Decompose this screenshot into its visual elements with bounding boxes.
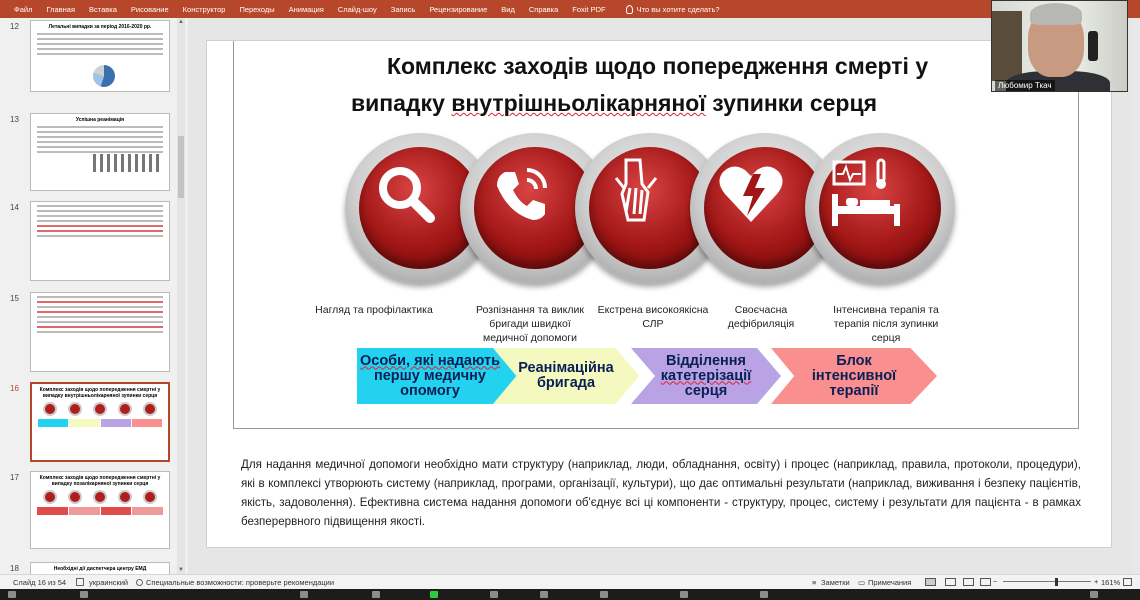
- menu-design[interactable]: Конструктор: [183, 5, 226, 14]
- thumbnail-title: Необхідні дії диспетчера центру ЕМД: [53, 566, 147, 572]
- pie-thumb-icon: [93, 65, 115, 87]
- accessibility-status[interactable]: Специальные возможности: проверьте реком…: [146, 578, 334, 587]
- zoom-in-icon[interactable]: +: [1094, 577, 1098, 586]
- thumbnail-number: 16: [10, 384, 19, 393]
- thumbnail-number: 14: [10, 203, 19, 212]
- normal-view-icon[interactable]: [925, 578, 936, 586]
- spellcheck-icon[interactable]: [76, 578, 84, 586]
- taskbar-app-icon[interactable]: [300, 591, 308, 598]
- thumbnail-number: 17: [10, 473, 19, 482]
- thumbnails-scrollbar[interactable]: ▲ ▼: [177, 18, 185, 574]
- slide-canvas[interactable]: Комплекс заходів щодо попередження смерт…: [206, 40, 1112, 548]
- menu-file[interactable]: Файл: [14, 5, 32, 14]
- zoom-slider[interactable]: [1003, 581, 1091, 582]
- thumbnail-number: 12: [10, 22, 19, 31]
- menu-view[interactable]: Вид: [501, 5, 515, 14]
- thumbnail-title: Комплекс заходів щодо попередження смерт…: [39, 475, 161, 487]
- taskbar-app-icon[interactable]: [680, 591, 688, 598]
- status-bar: Слайд 16 из 54 украинский Специальные во…: [0, 574, 1140, 589]
- menu-foxit-pdf[interactable]: Foxit PDF: [572, 5, 605, 14]
- thumbnail-number: 18: [10, 564, 19, 573]
- menu-help[interactable]: Справка: [529, 5, 558, 14]
- taskbar-app-icon[interactable]: [490, 591, 498, 598]
- menu-insert[interactable]: Вставка: [89, 5, 117, 14]
- thumbnail-title: Успішна реанімація: [75, 117, 125, 123]
- spellcheck-underlined-word: внутрішньолікарняної: [451, 90, 706, 116]
- comments-icon: ▭: [858, 577, 866, 587]
- zoom-slider-thumb[interactable]: [1055, 578, 1058, 586]
- ribbon-menu: Файл Главная Вставка Рисование Конструкт…: [0, 0, 1140, 18]
- thumbnail-title: Комплекс заходів щодо попередження смерт…: [39, 387, 161, 399]
- tell-me-text: Что вы хотите сделать?: [636, 4, 720, 14]
- slide-body-text[interactable]: Для надання медичної допомоги необхідно …: [241, 455, 1081, 531]
- start-icon[interactable]: [8, 591, 16, 598]
- scrollbar-thumb[interactable]: [178, 136, 184, 198]
- slide-thumbnails-pane: 12 Летальні випадки за період 2016-2020 …: [0, 18, 188, 574]
- taskbar-app-icon[interactable]: [760, 591, 768, 598]
- arrow-first-aid-persons[interactable]: Особи, які надають першу медичну опомогу: [357, 348, 517, 404]
- participant-name: Любомир Ткач: [995, 80, 1055, 91]
- notes-button[interactable]: Заметки: [821, 578, 850, 587]
- scroll-down-icon[interactable]: ▼: [177, 566, 185, 574]
- slide-title-line2[interactable]: випадку внутрішньолікарняної зупинки сер…: [351, 90, 877, 117]
- menu-review[interactable]: Рецензирование: [429, 5, 487, 14]
- microphone-icon: [1088, 31, 1098, 61]
- tray-icon[interactable]: [1090, 591, 1098, 598]
- menu-animations[interactable]: Анимация: [289, 5, 324, 14]
- zoom-level[interactable]: 161%: [1101, 578, 1120, 587]
- arrow-icu[interactable]: Блок інтенсивної терапії: [771, 348, 937, 404]
- taskbar-app-icon[interactable]: [540, 591, 548, 598]
- language-indicator[interactable]: украинский: [89, 578, 128, 587]
- taskbar: [0, 589, 1140, 600]
- icu-bed-monitor-icon: [805, 133, 955, 283]
- webcam-overlay[interactable]: Любомир Ткач: [991, 0, 1128, 92]
- taskbar-app-icon[interactable]: [430, 591, 438, 598]
- editor-scrollbar[interactable]: [1131, 18, 1140, 574]
- thumbnail-number: 15: [10, 294, 19, 303]
- slide-counter: Слайд 16 из 54: [13, 577, 67, 587]
- menu-draw[interactable]: Рисование: [131, 5, 169, 14]
- thumbnail-title: Летальні випадки за період 2016-2020 рр.: [48, 24, 152, 30]
- notes-icon: ≡: [812, 577, 817, 587]
- zoom-out-icon[interactable]: −: [993, 577, 997, 586]
- menu-slideshow[interactable]: Слайд-шоу: [338, 5, 377, 14]
- fit-slide-icon[interactable]: [1123, 578, 1132, 586]
- thumbnail-number: 13: [10, 115, 19, 124]
- comments-button[interactable]: Примечания: [868, 578, 911, 587]
- slide-editor: Комплекс заходів щодо попередження смерт…: [190, 18, 1135, 574]
- menu-record[interactable]: Запись: [391, 5, 416, 14]
- reading-view-icon[interactable]: [963, 578, 974, 586]
- menu-transitions[interactable]: Переходы: [239, 5, 274, 14]
- taskbar-app-icon[interactable]: [80, 591, 88, 598]
- bar-thumb-icon: [93, 154, 163, 172]
- accessibility-icon: [136, 578, 143, 586]
- slide-sorter-icon[interactable]: [945, 578, 956, 586]
- taskbar-app-icon[interactable]: [372, 591, 380, 598]
- icon-circles-row[interactable]: [345, 133, 955, 283]
- lightbulb-icon: [625, 4, 633, 14]
- slideshow-view-icon[interactable]: [980, 578, 991, 586]
- menu-home[interactable]: Главная: [46, 5, 75, 14]
- taskbar-app-icon[interactable]: [600, 591, 608, 598]
- slide-title-line1[interactable]: Комплекс заходів щодо попередження смерт…: [387, 53, 928, 80]
- caption-defibrillation: Своєчасна дефібриляція: [727, 304, 795, 330]
- caption-intensive-therapy: Інтенсивна терапія та терапія після зупин…: [833, 304, 939, 344]
- tell-me-box[interactable]: Что вы хотите сделать?: [625, 4, 720, 14]
- scroll-up-icon[interactable]: ▲: [177, 18, 185, 26]
- caption-observation: Нагляд та профілактика: [315, 304, 433, 316]
